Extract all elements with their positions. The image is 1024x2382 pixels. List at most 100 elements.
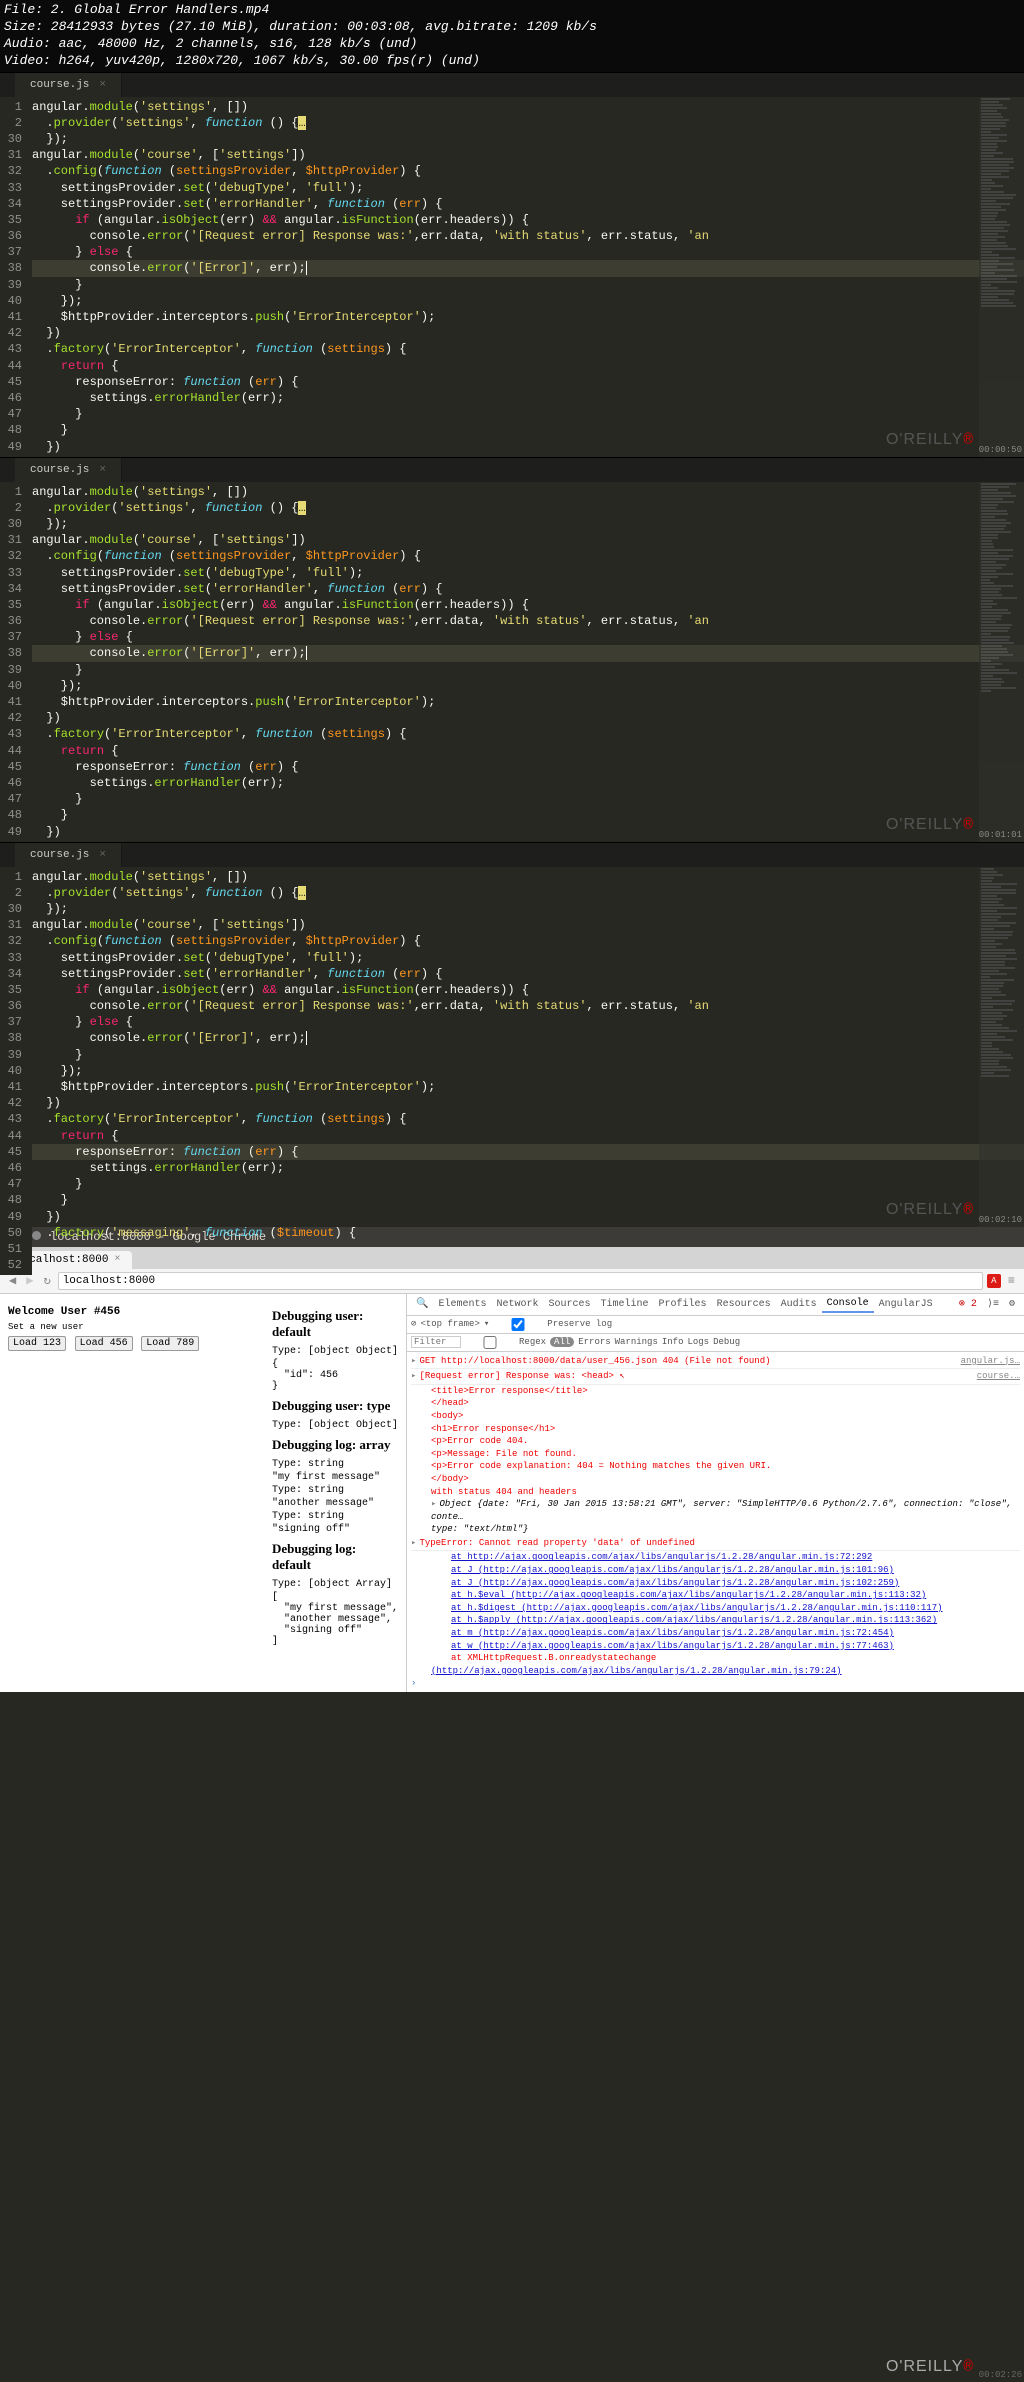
video-timestamp: 00:01:01 bbox=[979, 830, 1022, 840]
close-icon[interactable]: × bbox=[99, 464, 106, 476]
preserve-log-label: Preserve log bbox=[547, 1319, 612, 1329]
filter-info[interactable]: Info bbox=[662, 1337, 684, 1347]
minimap[interactable] bbox=[979, 867, 1024, 1227]
video-timestamp: 00:00:50 bbox=[979, 445, 1022, 455]
filter-errors[interactable]: Errors bbox=[578, 1337, 610, 1347]
console-line: Object {date: "Fri, 30 Jan 2015 13:58:21… bbox=[411, 1498, 1020, 1523]
debug-text: Type: string bbox=[272, 1511, 398, 1522]
console-filter: Regex All Errors Warnings Info Logs Debu… bbox=[407, 1334, 1024, 1352]
console-error: course.…[Request error] Response was: <h… bbox=[411, 1369, 1020, 1385]
console-line: <p>Error code 404. bbox=[411, 1435, 1020, 1448]
debug-text: Type: [object Object] bbox=[272, 1346, 398, 1357]
devtools-tab[interactable]: Resources bbox=[712, 1297, 776, 1312]
debug-panel: Debugging user: default Type: [object Ob… bbox=[264, 1294, 406, 1692]
browser-pane: localhost:8000 - Google Chrome localhost… bbox=[0, 1227, 1024, 1692]
debug-text: { "id": 456 } bbox=[272, 1359, 398, 1392]
devtools-search-icon[interactable]: 🔍 bbox=[411, 1296, 433, 1312]
minimap[interactable] bbox=[979, 97, 1024, 457]
editor-pane-3: course.js× 12303132333435363738394041424… bbox=[0, 842, 1024, 1227]
regex-checkbox[interactable] bbox=[465, 1336, 515, 1349]
devtools-tab[interactable]: Profiles bbox=[654, 1297, 712, 1312]
filter-input[interactable] bbox=[411, 1336, 461, 1348]
devtools-tab[interactable]: AngularJS bbox=[874, 1297, 938, 1312]
stack-line: at J (http://ajax.googleapis.com/ajax/li… bbox=[411, 1577, 1020, 1590]
console-line: <title>Error response</title> bbox=[411, 1385, 1020, 1398]
console-output[interactable]: angular.js…GET http://localhost:8000/dat… bbox=[407, 1352, 1024, 1692]
editor-pane-1: course.js× 12303132333435363738394041424… bbox=[0, 72, 1024, 457]
devtools-tab[interactable]: Elements bbox=[433, 1297, 491, 1312]
stack-line: at XMLHttpRequest.B.onreadystatechange bbox=[411, 1652, 1020, 1665]
debug-text: "signing off" bbox=[272, 1524, 398, 1535]
console-line: with status 404 and headers bbox=[411, 1486, 1020, 1499]
console-line: <h1>Error response</h1> bbox=[411, 1423, 1020, 1436]
stack-line: (http://ajax.googleapis.com/ajax/libs/an… bbox=[411, 1665, 1020, 1678]
file-info-overlay: File: 2. Global Error Handlers.mp4 Size:… bbox=[0, 0, 1024, 72]
console-line: </head> bbox=[411, 1397, 1020, 1410]
devtools-tab[interactable]: Timeline bbox=[596, 1297, 654, 1312]
devtools-tab[interactable]: Audits bbox=[776, 1297, 822, 1312]
forward-icon: ▶ bbox=[23, 1273, 36, 1288]
devtools-panel: 🔍 Elements Network Sources Timeline Prof… bbox=[406, 1294, 1024, 1692]
error-count-icon[interactable]: ⊗ 2 bbox=[954, 1296, 982, 1312]
tab-bar: course.js× bbox=[0, 73, 1024, 97]
debug-text: Type: string bbox=[272, 1459, 398, 1470]
console-error: TypeError: Cannot read property 'data' o… bbox=[411, 1536, 1020, 1552]
debug-heading: Debugging user: type bbox=[272, 1398, 398, 1414]
oreilly-watermark: O'REILLY® bbox=[886, 1201, 974, 1219]
oreilly-watermark: O'REILLY® bbox=[886, 816, 974, 834]
stack-line: at w (http://ajax.googleapis.com/ajax/li… bbox=[411, 1640, 1020, 1653]
frame-selector[interactable]: <top frame> bbox=[420, 1319, 479, 1329]
console-prompt[interactable]: › bbox=[411, 1677, 1020, 1690]
debug-heading: Debugging user: default bbox=[272, 1308, 398, 1340]
debug-text: [ "my first message", "another message",… bbox=[272, 1592, 398, 1647]
filter-logs[interactable]: Logs bbox=[687, 1337, 709, 1347]
menu-icon[interactable]: ≡ bbox=[1005, 1274, 1018, 1288]
stack-line: at http://ajax.googleapis.com/ajax/libs/… bbox=[411, 1551, 1020, 1564]
file-tab[interactable]: course.js× bbox=[15, 843, 122, 867]
console-line: <p>Message: File not found. bbox=[411, 1448, 1020, 1461]
devtools-tab[interactable]: Sources bbox=[544, 1297, 596, 1312]
minimap[interactable] bbox=[979, 482, 1024, 842]
console-line: <p>Error code explanation: 404 = Nothing… bbox=[411, 1460, 1020, 1473]
stack-line: at J (http://ajax.googleapis.com/ajax/li… bbox=[411, 1564, 1020, 1577]
debug-heading: Debugging log: array bbox=[272, 1437, 398, 1453]
devtools-settings-icon[interactable]: ⚙ bbox=[1004, 1296, 1020, 1312]
load-789-button[interactable]: Load 789 bbox=[141, 1336, 199, 1351]
debug-text: Type: [object Object] bbox=[272, 1420, 398, 1431]
file-tab[interactable]: course.js× bbox=[15, 73, 122, 97]
filter-debug[interactable]: Debug bbox=[713, 1337, 740, 1347]
filter-warnings[interactable]: Warnings bbox=[615, 1337, 658, 1347]
close-icon[interactable]: × bbox=[99, 79, 106, 91]
reload-icon[interactable]: ↻ bbox=[40, 1273, 53, 1288]
close-icon[interactable]: × bbox=[99, 849, 106, 861]
devtools-tabs: 🔍 Elements Network Sources Timeline Prof… bbox=[407, 1294, 1024, 1316]
code-area[interactable]: 1230313233343536373839404142434445464748… bbox=[0, 97, 1024, 506]
stack-line: at h.$eval (http://ajax.googleapis.com/a… bbox=[411, 1589, 1020, 1602]
console-line: </body> bbox=[411, 1473, 1020, 1486]
debug-text: "my first message" bbox=[272, 1472, 398, 1483]
file-tab[interactable]: course.js× bbox=[15, 458, 122, 482]
console-toolbar: ⊘ <top frame> ▾ Preserve log bbox=[407, 1316, 1024, 1334]
devtools-tab[interactable]: Network bbox=[492, 1297, 544, 1312]
devtools-drawer-icon[interactable]: ⟩≡ bbox=[982, 1296, 1004, 1312]
debug-text: Type: [object Array] bbox=[272, 1579, 398, 1590]
preserve-log-checkbox[interactable] bbox=[493, 1318, 543, 1331]
filter-all[interactable]: All bbox=[550, 1337, 574, 1347]
load-123-button[interactable]: Load 123 bbox=[8, 1336, 66, 1351]
console-error: angular.js…GET http://localhost:8000/dat… bbox=[411, 1354, 1020, 1370]
devtools-tab-console[interactable]: Console bbox=[822, 1296, 874, 1313]
line-gutter: 1230313233343536373839404142434445464748… bbox=[0, 97, 32, 506]
console-line: <body> bbox=[411, 1410, 1020, 1423]
stack-line: at h.$digest (http://ajax.googleapis.com… bbox=[411, 1602, 1020, 1615]
oreilly-watermark: O'REILLY® bbox=[886, 431, 974, 449]
editor-pane-2: course.js× 12303132333435363738394041424… bbox=[0, 457, 1024, 842]
oreilly-watermark: O'REILLY® bbox=[886, 2358, 974, 2376]
clear-console-icon[interactable]: ⊘ bbox=[411, 1319, 416, 1329]
console-line: type: "text/html"} bbox=[411, 1523, 1020, 1536]
load-456-button[interactable]: Load 456 bbox=[75, 1336, 133, 1351]
page-content: Welcome User #456 Set a new user Load 12… bbox=[0, 1294, 264, 1692]
code-content[interactable]: angular.module('settings', []) .provider… bbox=[32, 97, 1024, 506]
back-icon[interactable]: ◀ bbox=[6, 1273, 19, 1288]
angular-icon[interactable]: A bbox=[987, 1274, 1001, 1288]
debug-heading: Debugging log: default bbox=[272, 1541, 398, 1573]
